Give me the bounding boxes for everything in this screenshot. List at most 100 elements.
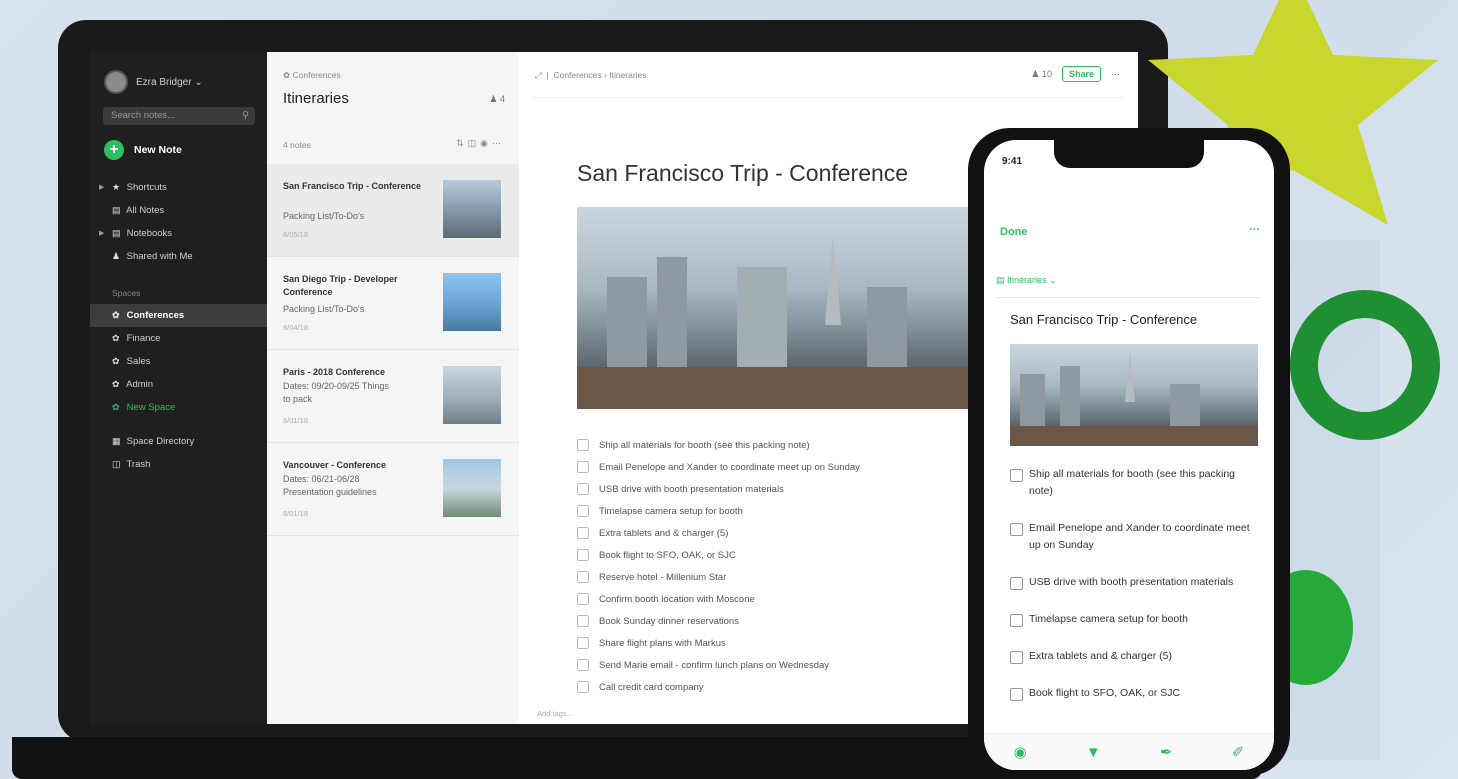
sidebar-item-shortcuts[interactable]: ▶ ★ Shortcuts bbox=[90, 176, 267, 199]
checklist-item[interactable]: Timelapse camera setup for booth bbox=[577, 500, 860, 522]
task-text: Call credit card company bbox=[599, 681, 704, 693]
sidebar-item-sales[interactable]: ✿ Sales bbox=[90, 350, 267, 373]
sidebar-item-all-notes[interactable]: ▤ All Notes bbox=[90, 199, 267, 222]
task-text: Email Penelope and Xander to coordinate … bbox=[1029, 522, 1250, 551]
note-card-title: San Diego Trip - Developer Conference bbox=[283, 274, 398, 297]
search-placeholder: Search notes... bbox=[111, 110, 175, 121]
tags-input[interactable]: Add tags... bbox=[537, 709, 573, 718]
sidebar-item-shared[interactable]: ♟ Shared with Me bbox=[90, 245, 267, 268]
checkbox[interactable] bbox=[1010, 651, 1023, 664]
sketch-icon[interactable]: ✒ bbox=[1160, 743, 1173, 761]
notebook-label: Itineraries ⌄ bbox=[1007, 275, 1057, 285]
note-card[interactable]: San Diego Trip - Developer Conference Pa… bbox=[267, 257, 519, 350]
account-menu[interactable]: Ezra Bridger ⌄ bbox=[104, 70, 203, 94]
checklist-item[interactable]: Email Penelope and Xander to coordinate … bbox=[577, 456, 860, 478]
checkbox[interactable] bbox=[1010, 469, 1023, 482]
sidebar-item-trash[interactable]: ◫ Trash bbox=[90, 453, 267, 476]
task-text: USB drive with booth presentation materi… bbox=[599, 483, 784, 495]
list-toolbar[interactable]: ⇅◫◉⋯ bbox=[456, 138, 505, 149]
sidebar-item-space-directory[interactable]: ▦ Space Directory bbox=[90, 430, 267, 453]
checklist-item[interactable]: Book flight to SFO, OAK, or SJC bbox=[1010, 685, 1260, 702]
note-card[interactable]: Vancouver - Conference Dates: 06/21-06/2… bbox=[267, 443, 519, 536]
checkbox[interactable] bbox=[577, 659, 589, 671]
checklist-item[interactable]: Book flight to SFO, OAK, or SJC bbox=[577, 544, 860, 566]
checklist-item[interactable]: Timelapse camera setup for booth bbox=[1010, 611, 1260, 628]
people-icon: ♟ bbox=[1031, 68, 1040, 79]
task-text: Timelapse camera setup for booth bbox=[599, 505, 743, 517]
microphone-icon[interactable]: ▼ bbox=[1086, 744, 1101, 761]
sidebar-item-label: Notebooks bbox=[126, 228, 173, 239]
checkbox[interactable] bbox=[1010, 688, 1023, 701]
new-note-button[interactable]: + New Note bbox=[104, 140, 182, 160]
new-space-button[interactable]: ✿ New Space bbox=[90, 396, 267, 419]
note-thumbnail bbox=[443, 273, 501, 331]
user-name: Ezra Bridger ⌄ bbox=[136, 76, 203, 88]
notebook-share-button[interactable]: ♟ 4 bbox=[489, 94, 505, 105]
note-card-snippet: Dates: 06/21-06/28 Presentation guidelin… bbox=[283, 474, 377, 497]
more-options-button[interactable]: ··· bbox=[1249, 224, 1260, 236]
checklist-item[interactable]: Extra tablets and & charger (5) bbox=[1010, 648, 1260, 665]
share-button[interactable]: Share bbox=[1061, 66, 1101, 82]
breadcrumb-label: Conferences bbox=[292, 70, 341, 80]
checkbox[interactable] bbox=[577, 461, 589, 473]
checklist-item[interactable]: Send Marie email - confirm lunch plans o… bbox=[577, 654, 860, 676]
checkbox[interactable] bbox=[577, 615, 589, 627]
checklist: Ship all materials for booth (see this p… bbox=[577, 434, 860, 698]
note-title[interactable]: San Francisco Trip - Conference bbox=[1010, 312, 1197, 327]
view-icon: ◫ bbox=[467, 138, 481, 148]
done-button[interactable]: Done bbox=[1000, 226, 1028, 238]
sidebar-item-admin[interactable]: ✿ Admin bbox=[90, 373, 267, 396]
note-hero-image bbox=[577, 207, 997, 409]
checkbox[interactable] bbox=[1010, 614, 1023, 627]
checklist-item[interactable]: Ship all materials for booth (see this p… bbox=[577, 434, 860, 456]
camera-icon[interactable]: ◉ bbox=[1014, 743, 1027, 761]
editor-breadcrumb[interactable]: ⤢ | Conferences › Itineraries bbox=[535, 70, 647, 81]
checklist-item[interactable]: Confirm booth location with Moscone bbox=[577, 588, 860, 610]
note-title[interactable]: San Francisco Trip - Conference bbox=[577, 160, 908, 187]
sidebar-item-conferences[interactable]: ✿ Conferences bbox=[90, 304, 267, 327]
divider bbox=[533, 97, 1124, 98]
notebook-icon: ▤ bbox=[996, 275, 1005, 285]
checklist-item[interactable]: Email Penelope and Xander to coordinate … bbox=[1010, 520, 1260, 554]
note-card[interactable]: Paris - 2018 Conference Dates: 09/20-09/… bbox=[267, 350, 519, 443]
sidebar-item-label: Finance bbox=[126, 333, 161, 344]
directory-icon: ▦ bbox=[112, 436, 121, 446]
members-button[interactable]: ♟ 10 bbox=[1031, 69, 1052, 80]
checklist-item[interactable]: Book Sunday dinner reservations bbox=[577, 610, 860, 632]
note-card-title: San Francisco Trip - Conference bbox=[283, 181, 422, 191]
attachment-icon[interactable]: ✐ bbox=[1232, 743, 1245, 761]
note-card-date: 8/04/18 bbox=[283, 323, 309, 332]
checkbox[interactable] bbox=[1010, 523, 1023, 536]
expand-icon[interactable]: ⤢ bbox=[535, 70, 542, 80]
space-icon: ✿ bbox=[112, 356, 120, 366]
checklist-item[interactable]: Ship all materials for booth (see this p… bbox=[1010, 466, 1260, 500]
checklist-item[interactable]: USB drive with booth presentation materi… bbox=[1010, 574, 1260, 591]
checkbox[interactable] bbox=[577, 549, 589, 561]
checklist-item[interactable]: Call credit card company bbox=[577, 676, 860, 698]
search-input[interactable]: Search notes... ⚲ bbox=[103, 107, 255, 125]
checkbox[interactable] bbox=[577, 593, 589, 605]
checklist-item[interactable]: Share flight plans with Markus bbox=[577, 632, 860, 654]
sidebar-item-finance[interactable]: ✿ Finance bbox=[90, 327, 267, 350]
checkbox[interactable] bbox=[577, 505, 589, 517]
checkbox[interactable] bbox=[577, 439, 589, 451]
checklist-item[interactable]: Extra tablets and & charger (5) bbox=[577, 522, 860, 544]
notelist-breadcrumb[interactable]: ✿ Conferences bbox=[283, 70, 341, 81]
space-icon: ✿ bbox=[112, 379, 120, 389]
checkbox[interactable] bbox=[1010, 577, 1023, 590]
trash-icon: ◫ bbox=[112, 459, 121, 469]
checkbox[interactable] bbox=[577, 637, 589, 649]
checkbox[interactable] bbox=[577, 681, 589, 693]
task-text: Send Marie email - confirm lunch plans o… bbox=[599, 659, 830, 671]
sidebar-item-label: Space Directory bbox=[126, 436, 195, 447]
checkbox[interactable] bbox=[577, 527, 589, 539]
note-card[interactable]: San Francisco Trip - Conference Packing … bbox=[267, 164, 519, 257]
notebook-selector[interactable]: ▤ Itineraries ⌄ bbox=[996, 275, 1057, 286]
sidebar-item-notebooks[interactable]: ▶ ▤ Notebooks bbox=[90, 222, 267, 245]
checklist-item[interactable]: Reserve hotel - Millenium Star bbox=[577, 566, 860, 588]
checkbox[interactable] bbox=[577, 571, 589, 583]
checkbox[interactable] bbox=[577, 483, 589, 495]
task-text: Extra tablets and & charger (5) bbox=[1029, 650, 1172, 662]
spaces-heading: Spaces bbox=[112, 288, 141, 298]
checklist-item[interactable]: USB drive with booth presentation materi… bbox=[577, 478, 860, 500]
